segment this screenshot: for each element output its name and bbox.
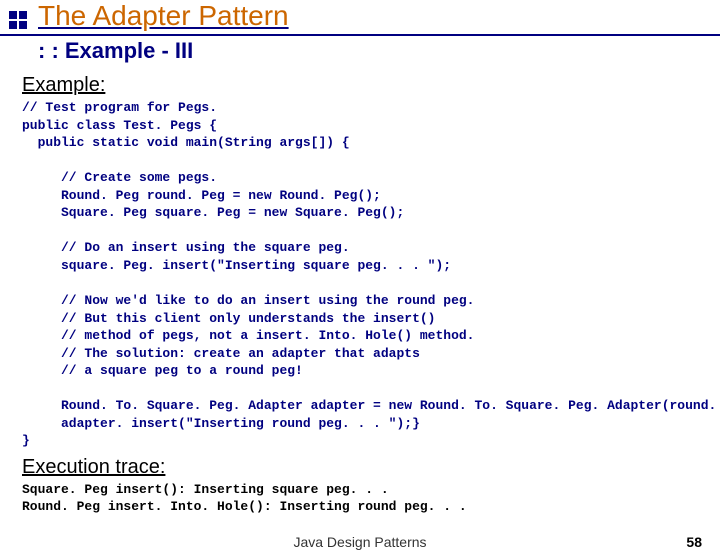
code-block: // Test program for Pegs. public class T… bbox=[22, 99, 720, 450]
title-bar: The Adapter Pattern bbox=[0, 0, 720, 36]
slide-title: The Adapter Pattern bbox=[38, 0, 289, 34]
footer-title: Java Design Patterns bbox=[293, 534, 426, 550]
execution-output: Square. Peg insert(): Inserting square p… bbox=[22, 481, 720, 516]
bullet-graphic bbox=[8, 10, 28, 30]
page-number: 58 bbox=[686, 534, 702, 550]
example-heading: Example: bbox=[22, 74, 720, 97]
execution-heading: Execution trace: bbox=[22, 456, 720, 479]
slide-subtitle: : : Example - III bbox=[38, 38, 720, 64]
